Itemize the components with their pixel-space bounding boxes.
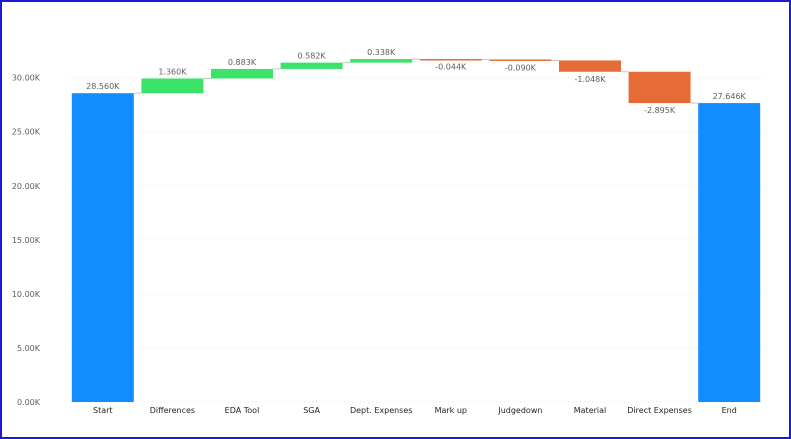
data-label: 28.560K: [86, 82, 120, 91]
x-tick-label: EDA Tool: [225, 406, 260, 415]
x-tick-label: Material: [574, 406, 607, 415]
x-tick-label: Judgedown: [497, 406, 542, 415]
data-label: 0.883K: [228, 58, 257, 67]
y-tick-label: 20.00K: [12, 182, 41, 191]
x-tick-label: SGA: [303, 406, 320, 415]
y-tick-label: 30.00K: [12, 74, 41, 83]
x-tick-label: Mark up: [435, 406, 467, 415]
bar-dept-expenses[interactable]: [350, 58, 413, 63]
waterfall-chart: 0.00K 5.00K 10.00K 15.00K 20.00K 25.00K 30.00K…: [12, 48, 764, 415]
bar-sga[interactable]: [280, 62, 343, 69]
x-tick-label: Start: [93, 406, 113, 415]
data-label: -1.048K: [574, 75, 606, 84]
bar-differences[interactable]: [141, 78, 204, 94]
data-label: 27.646K: [713, 92, 747, 101]
bar-eda-tool[interactable]: [211, 68, 273, 79]
data-label: 0.338K: [367, 48, 396, 57]
data-label: 1.360K: [158, 67, 187, 76]
y-tick-label: 10.00K: [12, 290, 41, 299]
y-tick-label: 15.00K: [12, 236, 41, 245]
bar-end[interactable]: [698, 103, 761, 402]
data-label: -0.044K: [435, 62, 467, 71]
x-tick-label: Direct Expenses: [627, 406, 692, 415]
y-tick-label: 5.00K: [17, 344, 41, 353]
bar-start[interactable]: [71, 93, 134, 402]
bar-mark-up[interactable]: [419, 58, 482, 61]
bar-material[interactable]: [559, 60, 621, 72]
y-tick-label: 25.00K: [12, 128, 41, 137]
bar-direct-expenses[interactable]: [628, 71, 691, 104]
data-label: 0.582K: [298, 52, 327, 61]
data-label: -0.090K: [505, 63, 537, 72]
y-tick-label: 0.00K: [17, 398, 41, 407]
x-tick-label: Dept. Expenses: [350, 406, 413, 415]
x-tick-label: End: [722, 406, 737, 415]
bar-judgedown[interactable]: [489, 59, 552, 61]
x-tick-label: Differences: [150, 406, 195, 415]
data-label: -2.895K: [644, 106, 676, 115]
